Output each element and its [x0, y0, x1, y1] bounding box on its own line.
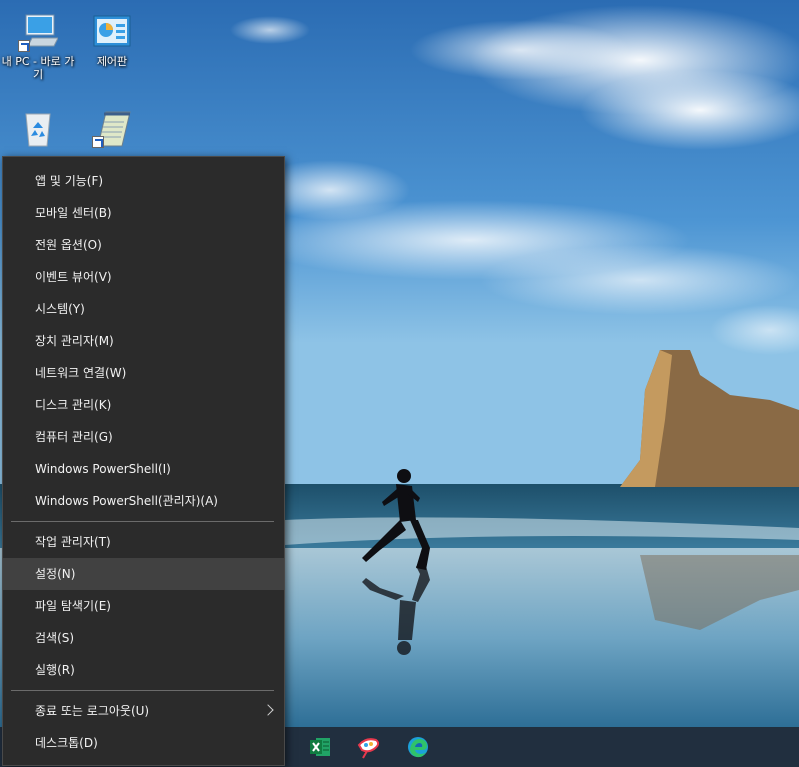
menu-item-label: Windows PowerShell(I) — [35, 462, 171, 476]
menu-item-disk-management[interactable]: 디스크 관리(K) — [3, 389, 284, 421]
notepad-icon — [92, 108, 132, 148]
menu-item-label: 전원 옵션(O) — [35, 238, 102, 252]
menu-item-label: 모바일 센터(B) — [35, 206, 112, 220]
menu-item-label: 파일 탐색기(E) — [35, 599, 111, 613]
menu-item-desktop[interactable]: 데스크톱(D) — [3, 727, 284, 759]
shortcut-arrow-icon — [92, 136, 104, 148]
taskbar-app-edge[interactable] — [394, 727, 442, 767]
desktop-icon-recycle-bin[interactable] — [0, 108, 76, 151]
desktop-icon-this-pc[interactable]: 내 PC - 바로 가기 — [0, 12, 76, 81]
menu-item-label: 이벤트 뷰어(V) — [35, 270, 112, 284]
this-pc-icon — [18, 12, 59, 52]
menu-separator — [11, 521, 274, 522]
menu-item-label: 앱 및 기능(F) — [35, 174, 104, 188]
menu-item-label: Windows PowerShell(관리자)(A) — [35, 494, 218, 508]
winx-context-menu: 앱 및 기능(F) 모바일 센터(B) 전원 옵션(O) 이벤트 뷰어(V) 시… — [2, 156, 285, 766]
menu-item-label: 시스템(Y) — [35, 302, 85, 316]
menu-item-label: 작업 관리자(T) — [35, 535, 111, 549]
menu-item-label: 실행(R) — [35, 663, 75, 677]
menu-item-label: 검색(S) — [35, 631, 75, 645]
control-panel-icon — [92, 12, 132, 52]
menu-item-run[interactable]: 실행(R) — [3, 654, 284, 686]
menu-item-system[interactable]: 시스템(Y) — [3, 293, 284, 325]
menu-separator — [11, 690, 274, 691]
menu-item-label: 데스크톱(D) — [35, 736, 98, 750]
taskbar-app-paint-3d[interactable] — [345, 727, 393, 767]
menu-item-powershell[interactable]: Windows PowerShell(I) — [3, 453, 284, 485]
menu-item-device-manager[interactable]: 장치 관리자(M) — [3, 325, 284, 357]
menu-item-task-manager[interactable]: 작업 관리자(T) — [3, 526, 284, 558]
menu-item-powershell-admin[interactable]: Windows PowerShell(관리자)(A) — [3, 485, 284, 517]
menu-item-file-explorer[interactable]: 파일 탐색기(E) — [3, 590, 284, 622]
taskbar-app-excel[interactable] — [296, 727, 344, 767]
recycle-bin-icon — [18, 108, 58, 148]
desktop-icon-label: 제어판 — [96, 55, 128, 68]
menu-item-label: 종료 또는 로그아웃(U) — [35, 704, 150, 718]
menu-item-shutdown-signout[interactable]: 종료 또는 로그아웃(U) — [3, 695, 284, 727]
menu-item-mobility-center[interactable]: 모바일 센터(B) — [3, 197, 284, 229]
menu-item-power-options[interactable]: 전원 옵션(O) — [3, 229, 284, 261]
excel-icon — [310, 738, 330, 756]
menu-item-label: 네트워크 연결(W) — [35, 366, 127, 380]
menu-item-network-connections[interactable]: 네트워크 연결(W) — [3, 357, 284, 389]
chevron-right-icon — [262, 704, 274, 716]
desktop-icon-control-panel[interactable]: 제어판 — [74, 12, 150, 68]
menu-item-apps-features[interactable]: 앱 및 기능(F) — [3, 165, 284, 197]
menu-item-label: 장치 관리자(M) — [35, 334, 114, 348]
paint-3d-icon — [357, 738, 380, 759]
menu-item-settings[interactable]: 설정(N) — [3, 558, 284, 590]
menu-item-label: 설정(N) — [35, 567, 76, 581]
edge-icon — [408, 737, 428, 758]
desktop-icon-notepad[interactable] — [74, 108, 150, 151]
menu-item-computer-management[interactable]: 컴퓨터 관리(G) — [3, 421, 284, 453]
desktop-icon-label: 내 PC - 바로 가기 — [1, 55, 75, 81]
menu-item-label: 컴퓨터 관리(G) — [35, 430, 113, 444]
menu-item-search[interactable]: 검색(S) — [3, 622, 284, 654]
shortcut-arrow-icon — [18, 40, 30, 52]
menu-item-label: 디스크 관리(K) — [35, 398, 112, 412]
menu-item-event-viewer[interactable]: 이벤트 뷰어(V) — [3, 261, 284, 293]
